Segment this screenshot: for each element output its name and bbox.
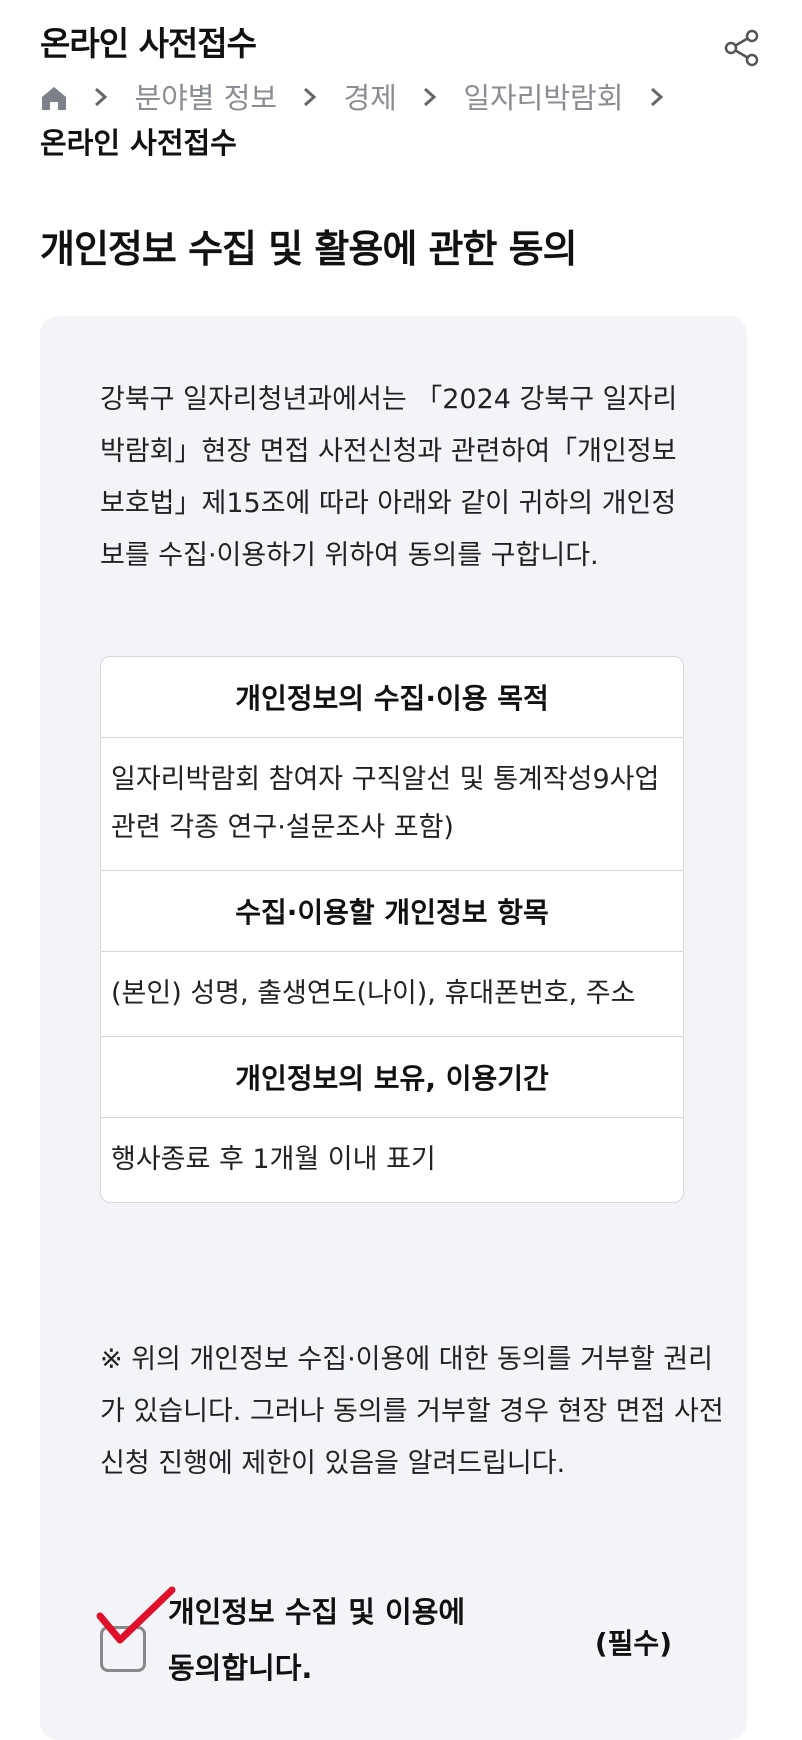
breadcrumb-current: 온라인 사전접수 <box>40 126 237 160</box>
breadcrumb-item-economy[interactable]: 경제 <box>344 81 397 115</box>
required-badge: (필수) <box>594 1627 672 1660</box>
table-cell-retention: 행사종료 후 1개월 이내 표기 <box>111 1144 436 1175</box>
breadcrumb-item-job-fair[interactable]: 일자리박람회 <box>463 81 623 115</box>
info-table: 개인정보의 수집·이용 목적 일자리박람회 참여자 구직알선 및 통계작성9사업… <box>100 656 684 1203</box>
chevron-right-icon <box>649 76 665 120</box>
table-cell-items: (본인) 성명, 출생연도(나이), 휴대폰번호, 주소 <box>101 952 683 1037</box>
page-header: 온라인 사전접수 <box>40 20 762 68</box>
breadcrumb: 분야별 정보 경제 일자리박람회 온라인 사전접수 <box>40 76 762 162</box>
home-icon[interactable] <box>40 80 68 124</box>
notice-text: ※ 위의 개인정보 수집·이용에 대한 동의를 거부할 권리가 있습니다. 그러… <box>100 1344 724 1479</box>
page-title: 온라인 사전접수 <box>40 24 257 63</box>
consent-label[interactable]: 개인정보 수집 및 이용에 동의합니다. <box>168 1584 498 1696</box>
table-header-retention: 개인정보의 보유, 이용기간 <box>101 1037 683 1118</box>
share-icon[interactable] <box>722 28 762 68</box>
check-icon <box>94 1584 178 1654</box>
consent-row[interactable]: 개인정보 수집 및 이용에 동의합니다. (필수) <box>96 1584 730 1696</box>
table-header-items: 수집·이용할 개인정보 항목 <box>101 871 683 952</box>
consent-card: 강북구 일자리청년과에서는 「2024 강북구 일자리박람회」현장 면접 사전신… <box>40 316 747 1740</box>
chevron-right-icon <box>93 76 109 120</box>
intro-text: 강북구 일자리청년과에서는 「2024 강북구 일자리박람회」현장 면접 사전신… <box>100 384 678 571</box>
section-title: 개인정보 수집 및 활용에 관한 동의 <box>40 227 578 271</box>
table-header-purpose: 개인정보의 수집·이용 목적 <box>101 657 683 738</box>
table-cell-purpose: 일자리박람회 참여자 구직알선 및 통계작성9사업 관련 각종 연구·설문조사 … <box>101 738 683 871</box>
chevron-right-icon <box>302 76 318 120</box>
breadcrumb-item-field-info[interactable]: 분야별 정보 <box>134 81 277 115</box>
chevron-right-icon <box>422 76 438 120</box>
